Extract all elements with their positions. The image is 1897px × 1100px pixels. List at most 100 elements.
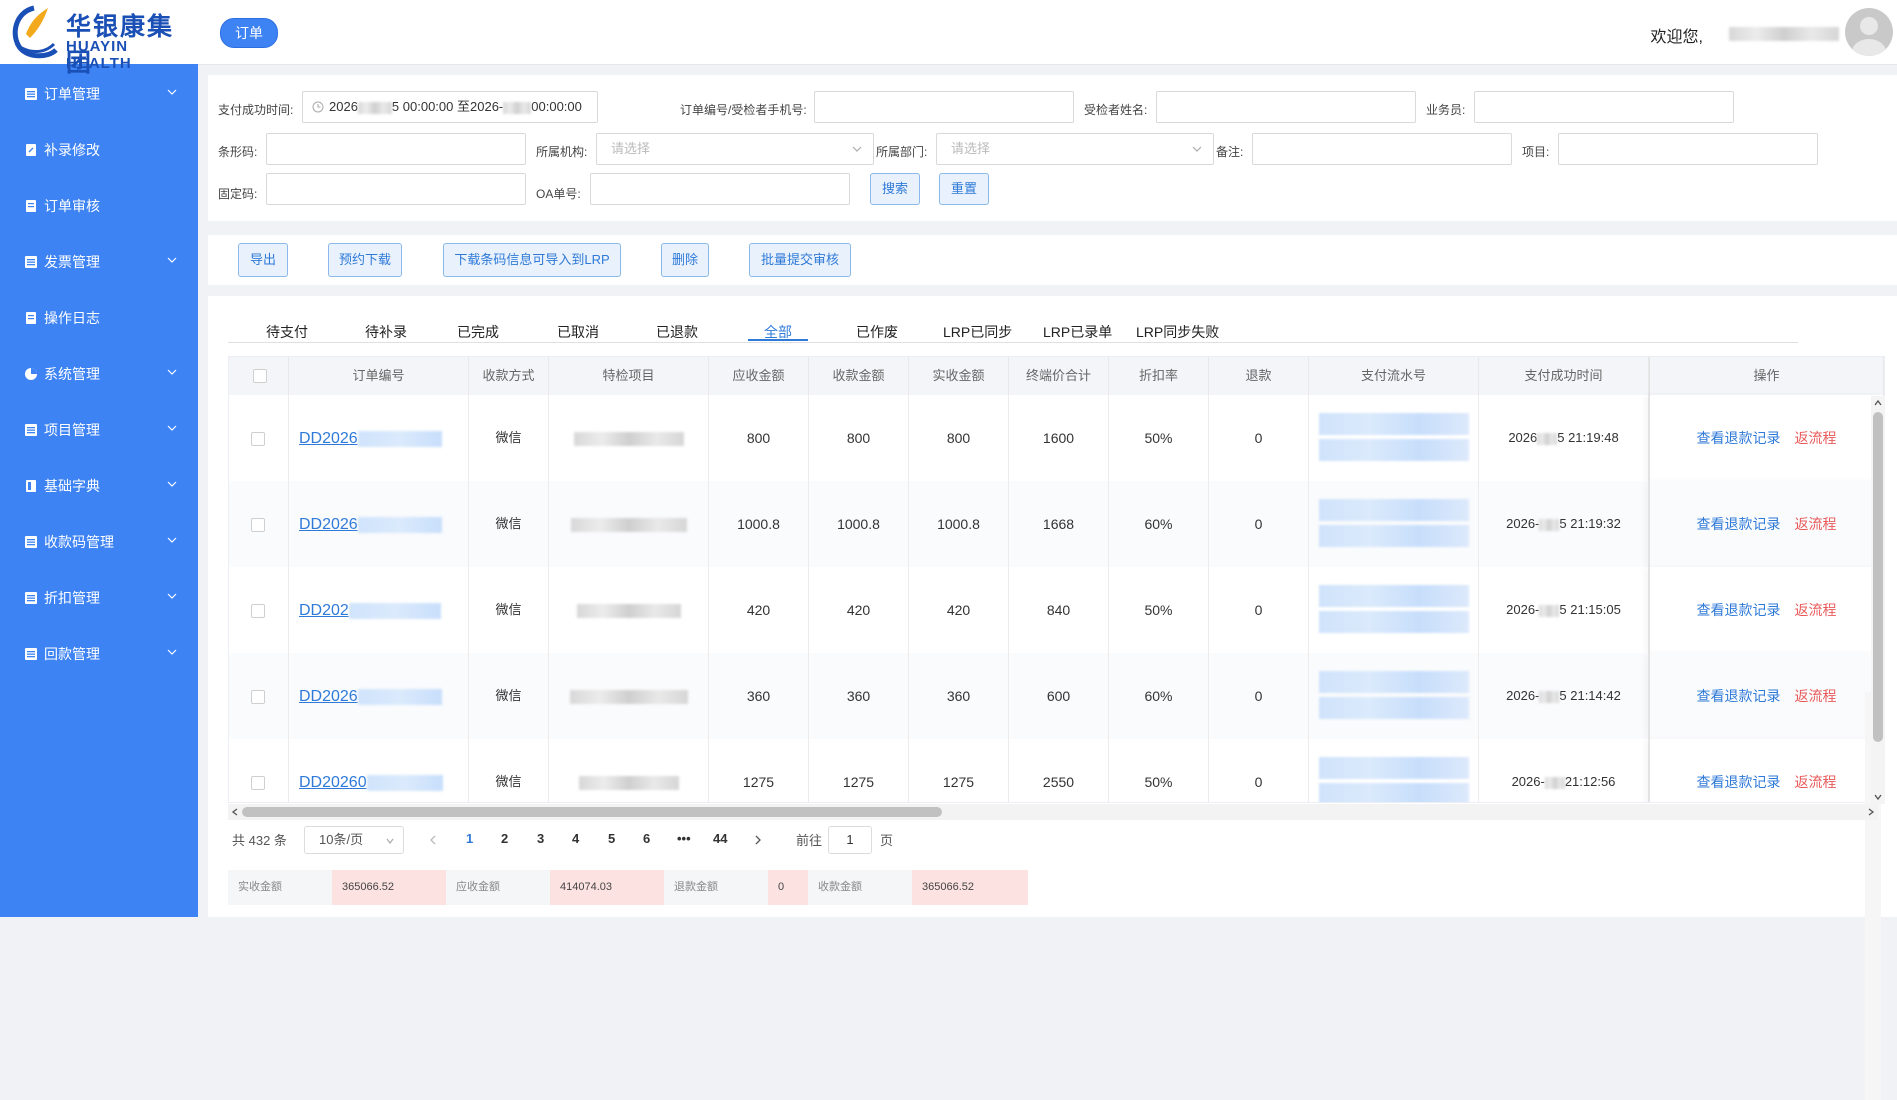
- table-vertical-scrollbar[interactable]: [1871, 396, 1885, 804]
- dept-select[interactable]: 请选择: [936, 133, 1214, 165]
- order-no-cell[interactable]: DD20260: [289, 739, 469, 802]
- order-tag[interactable]: 订单: [220, 18, 278, 48]
- row-checkbox[interactable]: [251, 518, 265, 532]
- return-flow-link[interactable]: 返流程: [1795, 688, 1837, 704]
- delete-button[interactable]: 删除: [661, 243, 709, 277]
- summary-refund-label: 退款金额: [664, 870, 768, 905]
- row-checkbox[interactable]: [251, 432, 265, 446]
- table-row[interactable]: DD202 微信 420 420 420 840 50% 0 2026- 5 21:15:05 查看…: [229, 567, 1884, 654]
- scroll-down-icon[interactable]: [1873, 792, 1883, 802]
- scroll-right-icon[interactable]: [1866, 807, 1876, 817]
- order-no-link[interactable]: DD20260: [299, 774, 367, 791]
- sidebar-item-4[interactable]: 操作日志: [0, 290, 198, 346]
- tab-voided[interactable]: 已作废: [856, 322, 898, 342]
- reset-button[interactable]: 重置: [939, 173, 989, 205]
- order-no-cell[interactable]: DD2026: [289, 481, 469, 567]
- hscroll-thumb[interactable]: [242, 807, 942, 817]
- export-button[interactable]: 导出: [238, 243, 288, 277]
- tab-pending-pay[interactable]: 待支付: [266, 322, 308, 342]
- row-checkbox[interactable]: [251, 604, 265, 618]
- page-2[interactable]: 2: [501, 826, 508, 852]
- sidebar-item-6[interactable]: 项目管理: [0, 402, 198, 458]
- tab-completed[interactable]: 已完成: [457, 322, 499, 342]
- next-page-icon[interactable]: [753, 835, 763, 845]
- fixed-code-input[interactable]: [266, 173, 526, 205]
- view-refund-records-link[interactable]: 查看退款记录: [1697, 774, 1781, 790]
- order-no-link[interactable]: DD202: [299, 602, 349, 619]
- view-refund-records-link[interactable]: 查看退款记录: [1697, 516, 1781, 532]
- order-no-input[interactable]: [814, 91, 1074, 123]
- return-flow-link[interactable]: 返流程: [1795, 602, 1837, 618]
- sidebar-item-3[interactable]: 发票管理: [0, 234, 198, 290]
- search-button[interactable]: 搜索: [870, 173, 920, 205]
- table-row[interactable]: DD2026 微信 1000.8 1000.8 1000.8 1668 60% 0 2026- 5…: [229, 481, 1884, 568]
- page-3[interactable]: 3: [537, 826, 544, 852]
- row-select-cell[interactable]: [229, 395, 289, 481]
- row-select-cell[interactable]: [229, 653, 289, 739]
- org-select[interactable]: 请选择: [596, 133, 874, 165]
- prev-page-icon[interactable]: [428, 835, 438, 845]
- page-44[interactable]: 44: [713, 826, 727, 852]
- order-no-cell[interactable]: DD2026: [289, 653, 469, 739]
- view-refund-records-link[interactable]: 查看退款记录: [1697, 430, 1781, 446]
- page-6[interactable]: 6: [643, 826, 650, 852]
- page-ellipsis[interactable]: •••: [677, 826, 691, 852]
- project-input[interactable]: [1558, 133, 1818, 165]
- sidebar-item-9[interactable]: 折扣管理: [0, 570, 198, 626]
- header-select-all[interactable]: [229, 357, 289, 395]
- examinee-input[interactable]: [1156, 91, 1416, 123]
- tab-lrp-sync-failed[interactable]: LRP同步失败: [1136, 322, 1219, 342]
- row-select-cell[interactable]: [229, 567, 289, 653]
- return-flow-link[interactable]: 返流程: [1795, 516, 1837, 532]
- sidebar-item-2[interactable]: 订单审核: [0, 178, 198, 234]
- th-due: 应收金额: [709, 357, 809, 395]
- sidebar-item-10[interactable]: 回款管理: [0, 626, 198, 682]
- sidebar-item-5[interactable]: 系统管理: [0, 346, 198, 402]
- remark-input[interactable]: [1252, 133, 1512, 165]
- view-refund-records-link[interactable]: 查看退款记录: [1697, 602, 1781, 618]
- order-no-link[interactable]: DD2026: [299, 516, 358, 533]
- pay-time-range-input[interactable]: 2026 5 00:00:00 至2026- 00:00:00: [302, 91, 598, 123]
- return-flow-link[interactable]: 返流程: [1795, 430, 1837, 446]
- page-5[interactable]: 5: [608, 826, 615, 852]
- table-row[interactable]: DD20260 微信 1275 1275 1275 2550 50% 0 2026- 21:12:…: [229, 739, 1884, 802]
- sidebar-item-1[interactable]: 补录修改: [0, 122, 198, 178]
- tab-lrp-synced[interactable]: LRP已同步: [943, 322, 1012, 342]
- tab-refunded[interactable]: 已退款: [656, 322, 698, 342]
- select-all-checkbox[interactable]: [253, 369, 267, 383]
- batch-submit-review-button[interactable]: 批量提交审核: [749, 243, 851, 277]
- sidebar-item-7[interactable]: 基础字典: [0, 458, 198, 514]
- tab-cancelled[interactable]: 已取消: [557, 322, 599, 342]
- reserve-download-button[interactable]: 预约下载: [328, 243, 402, 277]
- order-no-link[interactable]: DD2026: [299, 430, 358, 447]
- return-flow-link[interactable]: 返流程: [1795, 774, 1837, 790]
- download-barcode-lrp-button[interactable]: 下载条码信息可导入到LRP: [443, 243, 621, 277]
- row-select-cell[interactable]: [229, 481, 289, 567]
- salesman-input[interactable]: [1474, 91, 1734, 123]
- tab-pending-supplement[interactable]: 待补录: [365, 322, 407, 342]
- row-checkbox[interactable]: [251, 690, 265, 704]
- scroll-left-icon[interactable]: [230, 807, 240, 817]
- redacted: [1319, 413, 1469, 435]
- row-select-cell[interactable]: [229, 739, 289, 802]
- vscroll-thumb[interactable]: [1873, 412, 1883, 742]
- sidebar-item-8[interactable]: 收款码管理: [0, 514, 198, 570]
- tab-lrp-entered[interactable]: LRP已录单: [1043, 322, 1112, 342]
- horizontal-scrollbar[interactable]: [228, 804, 1878, 820]
- view-refund-records-link[interactable]: 查看退款记录: [1697, 688, 1781, 704]
- scroll-up-icon[interactable]: [1873, 398, 1883, 408]
- page-4[interactable]: 4: [572, 826, 579, 852]
- page-1[interactable]: 1: [466, 826, 473, 852]
- goto-page-input[interactable]: 1: [828, 826, 872, 854]
- page-size-select[interactable]: 10条/页: [304, 826, 404, 854]
- sidebar-item-0[interactable]: 订单管理: [0, 66, 198, 122]
- order-no-cell[interactable]: DD2026: [289, 395, 469, 481]
- row-checkbox[interactable]: [251, 776, 265, 790]
- barcode-input[interactable]: [266, 133, 526, 165]
- table-row[interactable]: DD2026 微信 360 360 360 600 60% 0 2026- 5 21:14:42 查…: [229, 653, 1884, 740]
- table-row[interactable]: DD2026 微信 800 800 800 1600 50% 0 2026 5 21:19:48 查…: [229, 395, 1884, 482]
- order-no-link[interactable]: DD2026: [299, 688, 358, 705]
- oa-input[interactable]: [590, 173, 850, 205]
- order-no-cell[interactable]: DD202: [289, 567, 469, 653]
- avatar[interactable]: [1845, 8, 1893, 56]
